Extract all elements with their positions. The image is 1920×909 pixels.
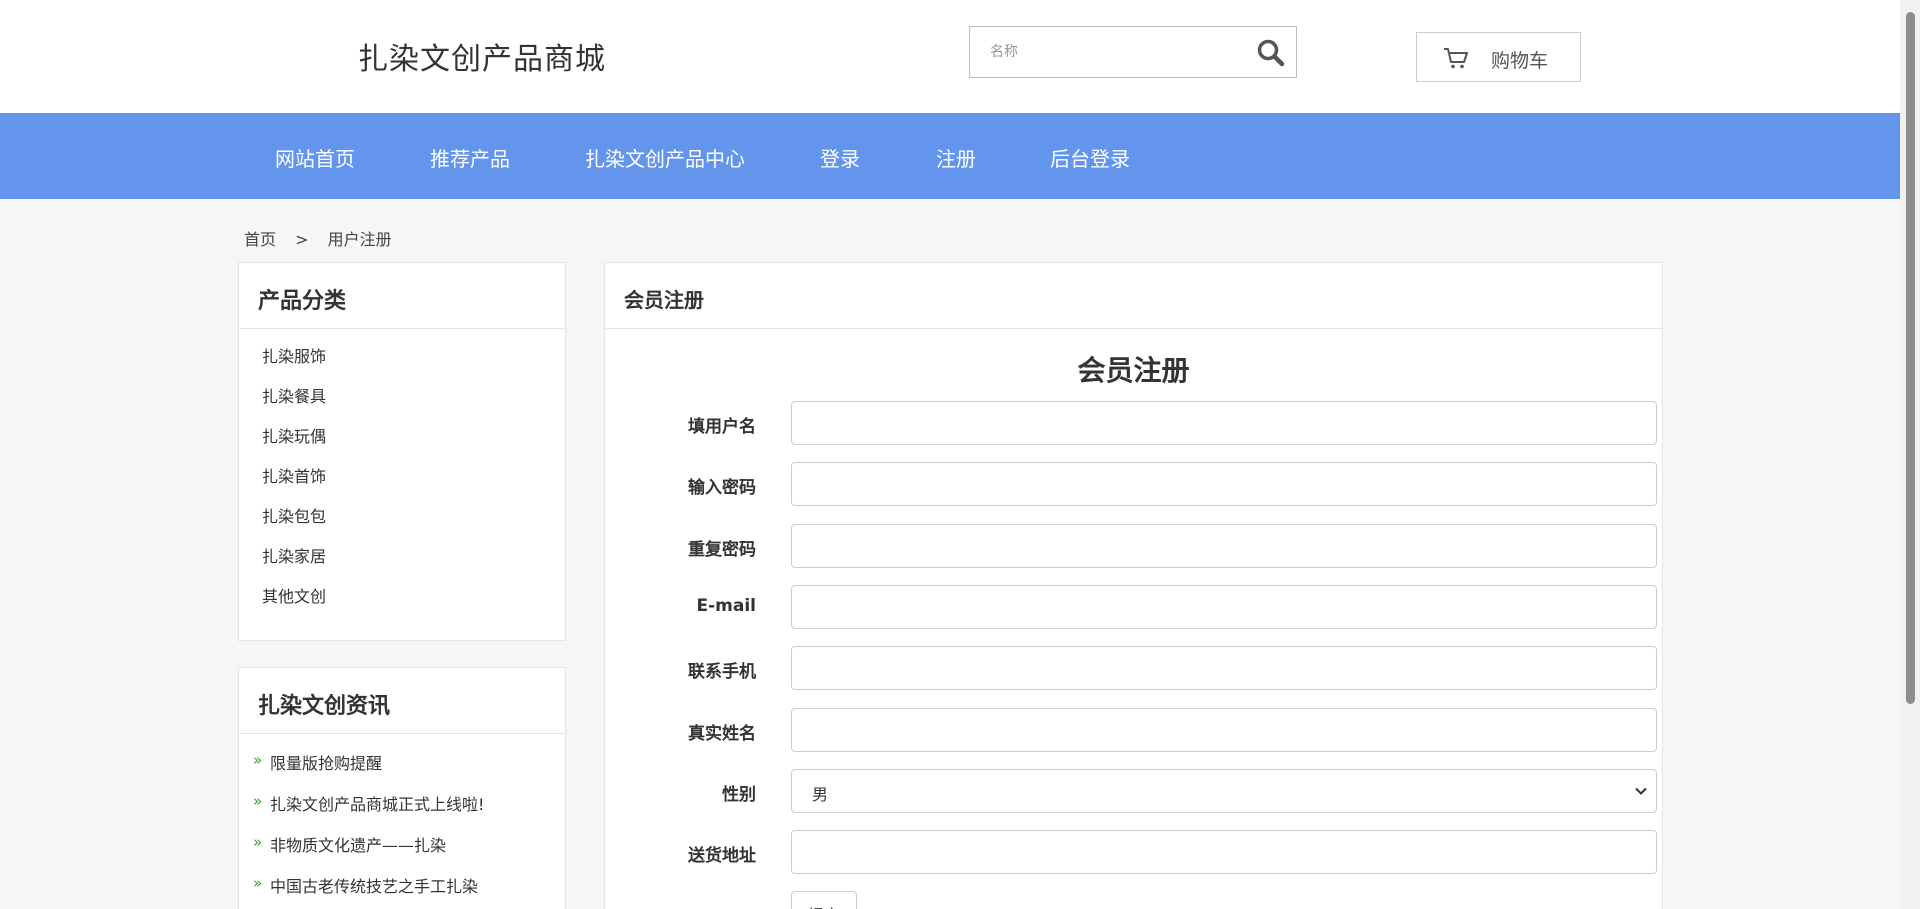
cart-button[interactable]: 购物车	[1416, 32, 1581, 82]
news-item-label: 限量版抢购提醒	[270, 754, 383, 773]
real-name-input[interactable]	[791, 708, 1657, 752]
page-scrollbar[interactable]	[1900, 0, 1920, 909]
nav-item-register[interactable]: 注册	[936, 143, 976, 172]
site-header: 扎染文创产品商城 购物车	[0, 0, 1900, 113]
category-panel-title: 产品分类	[239, 263, 565, 329]
phone-input[interactable]	[791, 646, 1657, 690]
register-panel: 会员注册 会员注册 填用户名 输入密码 重复密码 E-mail 联系手机 真实姓…	[604, 262, 1663, 909]
scrollbar-thumb[interactable]	[1906, 12, 1915, 704]
bullet-icon: »	[253, 751, 263, 769]
category-item[interactable]: 扎染包包	[262, 507, 565, 547]
breadcrumb: 首页 > 用户注册	[244, 226, 392, 250]
password-input[interactable]	[791, 462, 1657, 506]
address-input[interactable]	[791, 830, 1657, 874]
category-item[interactable]: 其他文创	[262, 587, 565, 627]
search-button[interactable]	[1256, 38, 1286, 68]
news-panel-title: 扎染文创资讯	[239, 668, 565, 734]
chevron-down-icon	[1635, 787, 1647, 795]
gender-label: 性别	[722, 785, 756, 805]
submit-button[interactable]: 提交	[791, 891, 857, 909]
address-label: 送货地址	[688, 846, 756, 866]
news-item-label: 非物质文化遗产——扎染	[270, 836, 447, 855]
news-item-label: 中国古老传统技艺之手工扎染	[270, 877, 479, 896]
bullet-icon: »	[253, 833, 263, 851]
cart-label: 购物车	[1491, 50, 1549, 72]
category-item[interactable]: 扎染服饰	[262, 347, 565, 387]
username-input[interactable]	[791, 401, 1657, 445]
email-input[interactable]	[791, 585, 1657, 629]
form-row-submit: 提交	[605, 891, 1662, 909]
news-item-label: 扎染文创产品商城正式上线啦!	[270, 795, 485, 814]
category-item[interactable]: 扎染玩偶	[262, 427, 565, 467]
site-title: 扎染文创产品商城	[358, 42, 606, 77]
search-icon	[1257, 39, 1285, 67]
nav-item-admin-login[interactable]: 后台登录	[1050, 143, 1130, 172]
form-row-email: E-mail	[605, 585, 1662, 629]
phone-label: 联系手机	[688, 662, 756, 682]
breadcrumb-home[interactable]: 首页	[244, 226, 276, 250]
form-row-phone: 联系手机	[605, 646, 1662, 690]
nav-item-product-center[interactable]: 扎染文创产品中心	[585, 143, 745, 172]
gender-selected-value: 男	[812, 785, 829, 804]
username-label: 填用户名	[688, 417, 756, 437]
news-item[interactable]: » 非物质文化遗产——扎染	[253, 833, 565, 877]
category-panel: 产品分类 扎染服饰 扎染餐具 扎染玩偶 扎染首饰 扎染包包 扎染家居 其他文创	[238, 262, 566, 641]
form-title: 会员注册	[1077, 354, 1190, 387]
form-row-username: 填用户名	[605, 401, 1662, 445]
nav-item-home[interactable]: 网站首页	[275, 143, 355, 172]
bullet-icon: »	[253, 874, 263, 892]
category-item[interactable]: 扎染首饰	[262, 467, 565, 507]
category-item[interactable]: 扎染餐具	[262, 387, 565, 427]
news-panel: 扎染文创资讯 » 限量版抢购提醒 » 扎染文创产品商城正式上线啦! » 非物质文…	[238, 667, 566, 909]
nav-item-login[interactable]: 登录	[820, 143, 860, 172]
breadcrumb-separator: >	[295, 230, 309, 249]
form-row-password: 输入密码	[605, 462, 1662, 506]
register-panel-title: 会员注册	[605, 263, 1662, 329]
category-item[interactable]: 扎染家居	[262, 547, 565, 587]
cart-icon	[1444, 48, 1468, 69]
news-item[interactable]: » 中国古老传统技艺之手工扎染	[253, 874, 565, 909]
gender-select[interactable]: 男	[791, 769, 1657, 813]
category-list: 扎染服饰 扎染餐具 扎染玩偶 扎染首饰 扎染包包 扎染家居 其他文创	[239, 329, 565, 627]
nav-item-recommended[interactable]: 推荐产品	[430, 143, 510, 172]
form-row-gender: 性别 男	[605, 769, 1662, 813]
news-item[interactable]: » 扎染文创产品商城正式上线啦!	[253, 792, 565, 836]
form-row-repeat-password: 重复密码	[605, 524, 1662, 568]
repeat-password-label: 重复密码	[688, 540, 756, 560]
repeat-password-input[interactable]	[791, 524, 1657, 568]
news-list: » 限量版抢购提醒 » 扎染文创产品商城正式上线啦! » 非物质文化遗产——扎染…	[239, 734, 565, 909]
form-row-real-name: 真实姓名	[605, 708, 1662, 752]
search-input[interactable]	[970, 27, 1240, 77]
breadcrumb-current: 用户注册	[327, 230, 392, 249]
search-box	[969, 26, 1297, 78]
main-nav: 网站首页 推荐产品 扎染文创产品中心 登录 注册 后台登录	[0, 113, 1900, 199]
password-label: 输入密码	[688, 478, 756, 498]
email-label: E-mail	[696, 596, 756, 616]
bullet-icon: »	[253, 792, 263, 810]
form-row-address: 送货地址	[605, 830, 1662, 874]
news-item[interactable]: » 限量版抢购提醒	[253, 751, 565, 795]
real-name-label: 真实姓名	[688, 724, 756, 744]
